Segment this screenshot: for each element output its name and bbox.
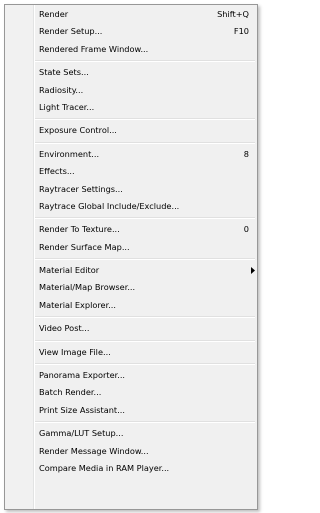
menu-item-shortcut: 8: [243, 148, 249, 159]
menu-item-material-explorer[interactable]: Material Explorer...: [5, 297, 257, 314]
menu-item-render-setup[interactable]: Render Setup... F10: [5, 23, 257, 40]
menu-item-material-editor[interactable]: Material Editor: [5, 262, 257, 279]
menu-item-render-surface-map[interactable]: Render Surface Map...: [5, 239, 257, 256]
menu-item-label: Material/Map Browser...: [39, 282, 136, 293]
rendering-menu: Render Shift+Q Render Setup... F10 Rende…: [4, 4, 258, 510]
menu-item-exposure-control[interactable]: Exposure Control...: [5, 122, 257, 139]
menu-item-label: Environment...: [39, 148, 100, 159]
menu-item-label: Render Setup...: [39, 26, 103, 37]
menu-item-video-post[interactable]: Video Post...: [5, 320, 257, 337]
menu-item-effects[interactable]: Effects...: [5, 163, 257, 180]
menu-item-render-message-window[interactable]: Render Message Window...: [5, 443, 257, 460]
menu-item-label: Rendered Frame Window...: [39, 43, 149, 54]
menu-item-label: State Sets...: [39, 67, 89, 78]
menu-item-label: Material Editor: [39, 265, 100, 276]
menu-item-state-sets[interactable]: State Sets...: [5, 64, 257, 81]
menu-item-label: Raytracer Settings...: [39, 183, 123, 194]
menu-item-light-tracer[interactable]: Light Tracer...: [5, 99, 257, 116]
menu-item-gamma-lut-setup[interactable]: Gamma/LUT Setup...: [5, 425, 257, 442]
menu-item-label: Render: [39, 9, 69, 19]
menu-item-label: Radiosity...: [39, 84, 84, 95]
menu-item-rendered-frame-window[interactable]: Rendered Frame Window...: [5, 41, 257, 58]
menu-item-label: Render To Texture...: [39, 224, 120, 235]
menu-item-label: Material Explorer...: [39, 299, 117, 310]
menu-item-raytrace-global-include-exclude[interactable]: Raytrace Global Include/Exclude...: [5, 198, 257, 215]
menu-item-label: Raytrace Global Include/Exclude...: [39, 200, 180, 211]
menu-item-raytracer-settings[interactable]: Raytracer Settings...: [5, 181, 257, 198]
menu-item-render-to-texture[interactable]: Render To Texture... 0: [5, 221, 257, 238]
menu-item-radiosity[interactable]: Radiosity...: [5, 82, 257, 99]
menu-items: Render Shift+Q Render Setup... F10 Rende…: [5, 6, 257, 477]
menu-item-label: Effects...: [39, 166, 75, 177]
menu-item-shortcut: F10: [233, 26, 249, 37]
menu-item-label: Batch Render...: [39, 387, 102, 398]
menu-item-view-image-file[interactable]: View Image File...: [5, 344, 257, 361]
menu-item-batch-render[interactable]: Batch Render...: [5, 384, 257, 401]
menu-item-environment[interactable]: Environment... 8: [5, 146, 257, 163]
menu-item-label: Light Tracer...: [39, 101, 95, 112]
menu-item-render[interactable]: Render Shift+Q: [5, 6, 257, 23]
menu-item-label: Panorama Exporter...: [39, 370, 126, 381]
menu-item-shortcut: 0: [243, 224, 249, 235]
menu-item-label: Print Size Assistant...: [39, 404, 125, 415]
menu-item-label: View Image File...: [39, 346, 111, 357]
menu-item-print-size-assistant[interactable]: Print Size Assistant...: [5, 402, 257, 419]
menu-item-compare-media-in-ram-player[interactable]: Compare Media in RAM Player...: [5, 460, 257, 477]
menu-item-label: Exposure Control...: [39, 125, 117, 136]
menu-item-label: Render Message Window...: [39, 445, 149, 456]
menu-item-label: Gamma/LUT Setup...: [39, 428, 124, 439]
menu-item-material-map-browser[interactable]: Material/Map Browser...: [5, 279, 257, 296]
menu-item-label: Video Post...: [39, 323, 90, 334]
menu-item-label: Render Surface Map...: [39, 241, 130, 252]
menu-item-label: Compare Media in RAM Player...: [39, 462, 170, 473]
menu-item-shortcut: Shift+Q: [217, 9, 249, 19]
triangle-right-icon: [251, 262, 255, 279]
menu-item-panorama-exporter[interactable]: Panorama Exporter...: [5, 367, 257, 384]
